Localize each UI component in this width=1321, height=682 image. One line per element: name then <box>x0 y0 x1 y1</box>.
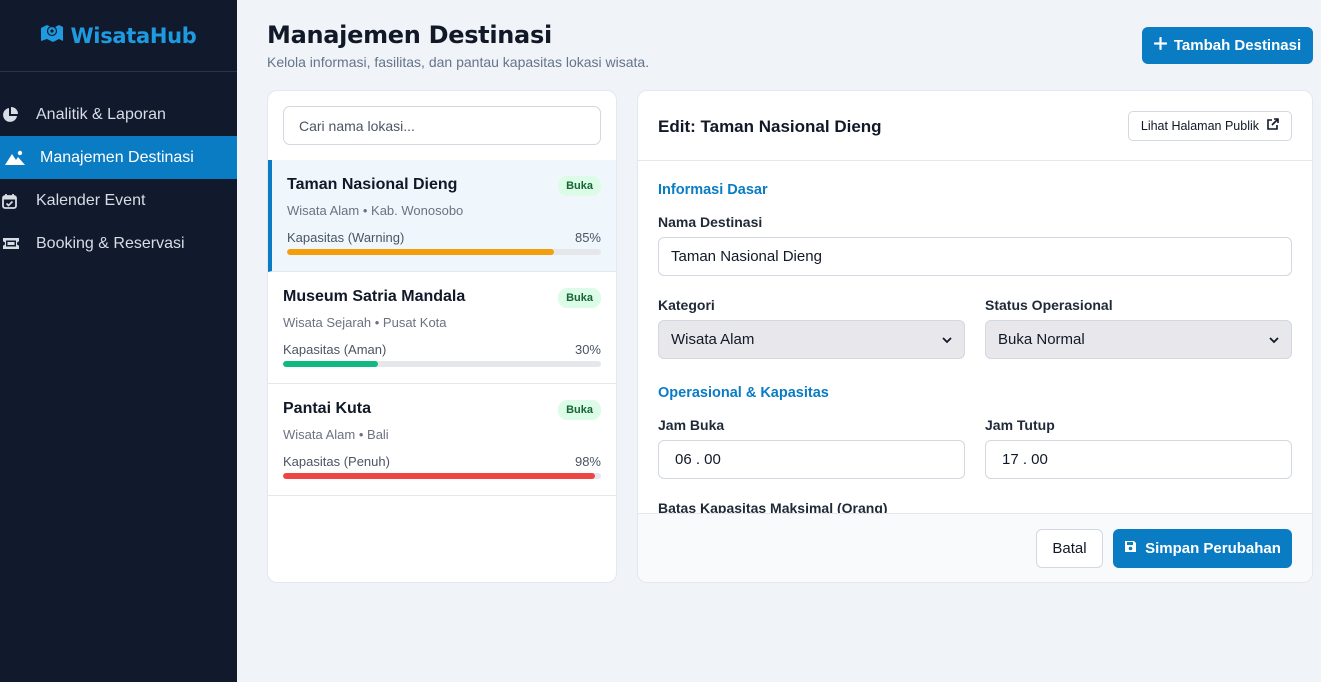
sidebar-item-label: Analitik & Laporan <box>36 105 166 123</box>
capacity-percent: 30% <box>574 342 601 357</box>
capacity-bar <box>287 249 601 255</box>
capacity-bar-fill <box>287 249 554 255</box>
capacity-percent: 98% <box>574 454 601 469</box>
sidebar-item-label: Kalender Event <box>36 191 146 209</box>
destination-name-label: Nama Destinasi <box>658 214 763 230</box>
sidebar: WisataHub Analitik & Laporan Manajemen D… <box>0 0 237 682</box>
view-public-page-button[interactable]: Lihat Halaman Publik <box>1127 111 1292 141</box>
close-time-field[interactable]: 17 . 00 <box>985 440 1292 479</box>
destination-name: Pantai Kuta <box>283 400 372 417</box>
capacity-bar <box>283 473 601 479</box>
add-destination-label: Tambah Destinasi <box>1173 37 1302 54</box>
status-label: Status Operasional <box>985 297 1113 313</box>
chevron-down-icon <box>1269 331 1279 348</box>
sidebar-nav: Analitik & Laporan Manajemen Destinasi K… <box>0 93 237 265</box>
category-value: Wisata Alam <box>671 331 755 348</box>
destination-name-field[interactable]: Taman Nasional Dieng <box>658 237 1292 276</box>
capacity-label: Kapasitas (Aman) <box>283 342 387 357</box>
page-subtitle: Kelola informasi, fasilitas, dan pantau … <box>267 54 650 70</box>
capacity-label: Kapasitas (Penuh) <box>283 454 390 469</box>
status-badge: Buka <box>558 400 601 420</box>
destination-card[interactable]: Museum Satria Mandala Buka Wisata Sejara… <box>268 272 616 384</box>
open-time-field[interactable]: 06 . 00 <box>658 440 965 479</box>
sidebar-item-booking[interactable]: Booking & Reservasi <box>0 222 237 265</box>
sidebar-item-event-calendar[interactable]: Kalender Event <box>0 179 237 222</box>
destination-card[interactable]: Taman Nasional Dieng Buka Wisata Alam • … <box>268 160 616 272</box>
capacity-label: Kapasitas (Warning) <box>287 230 405 245</box>
ticket-icon <box>0 237 36 250</box>
status-badge: Buka <box>558 176 601 196</box>
category-select[interactable]: Wisata Alam <box>658 320 965 359</box>
destination-meta: Wisata Alam • Kab. Wonosobo <box>287 203 464 218</box>
edit-title: Edit: Taman Nasional Dieng <box>658 117 882 136</box>
edit-destination-panel: Edit: Taman Nasional Dieng Lihat Halaman… <box>637 90 1313 583</box>
status-select[interactable]: Buka Normal <box>985 320 1292 359</box>
destination-meta: Wisata Sejarah • Pusat Kota <box>283 315 447 330</box>
search-input[interactable] <box>283 106 601 145</box>
mountain-icon <box>0 150 40 166</box>
brand-logo[interactable]: WisataHub <box>0 0 237 72</box>
category-label: Kategori <box>658 297 715 313</box>
brand-name: WisataHub <box>70 23 197 48</box>
capacity-bar <box>283 361 601 367</box>
chevron-down-icon <box>942 331 952 348</box>
save-button[interactable]: Simpan Perubahan <box>1113 529 1292 568</box>
status-badge: Buka <box>558 288 601 308</box>
edit-header: Edit: Taman Nasional Dieng Lihat Halaman… <box>638 91 1312 161</box>
capacity-bar-fill <box>283 361 379 367</box>
sidebar-item-destinations[interactable]: Manajemen Destinasi <box>0 136 237 179</box>
section-basic-info: Informasi Dasar <box>658 182 768 198</box>
capacity-bar-fill <box>283 473 595 479</box>
map-icon <box>40 23 64 48</box>
destination-card[interactable]: Pantai Kuta Buka Wisata Alam • Bali Kapa… <box>268 384 616 496</box>
sidebar-item-label: Manajemen Destinasi <box>40 148 194 166</box>
section-operations: Operasional & Kapasitas <box>658 385 829 401</box>
destination-name: Taman Nasional Dieng <box>287 176 458 193</box>
cancel-button[interactable]: Batal <box>1036 529 1103 568</box>
view-public-page-label: Lihat Halaman Publik <box>1140 119 1259 133</box>
calendar-check-icon <box>0 193 36 209</box>
destination-meta: Wisata Alam • Bali <box>283 427 389 442</box>
save-label: Simpan Perubahan <box>1145 540 1281 557</box>
status-value: Buka Normal <box>998 331 1085 348</box>
destination-name: Museum Satria Mandala <box>283 288 466 305</box>
page-title: Manajemen Destinasi <box>267 21 552 49</box>
plus-icon <box>1153 36 1167 54</box>
open-time-label: Jam Buka <box>658 417 725 433</box>
edit-footer: Batal Simpan Perubahan <box>638 513 1312 582</box>
close-time-label: Jam Tutup <box>985 417 1055 433</box>
add-destination-button[interactable]: Tambah Destinasi <box>1142 27 1313 64</box>
external-link-icon <box>1266 118 1279 134</box>
save-icon <box>1124 540 1137 557</box>
sidebar-item-analytics[interactable]: Analitik & Laporan <box>0 93 237 136</box>
sidebar-item-label: Booking & Reservasi <box>36 234 185 252</box>
pie-chart-icon <box>0 106 36 123</box>
destination-list-panel: Taman Nasional Dieng Buka Wisata Alam • … <box>267 90 617 583</box>
capacity-percent: 85% <box>574 230 601 245</box>
